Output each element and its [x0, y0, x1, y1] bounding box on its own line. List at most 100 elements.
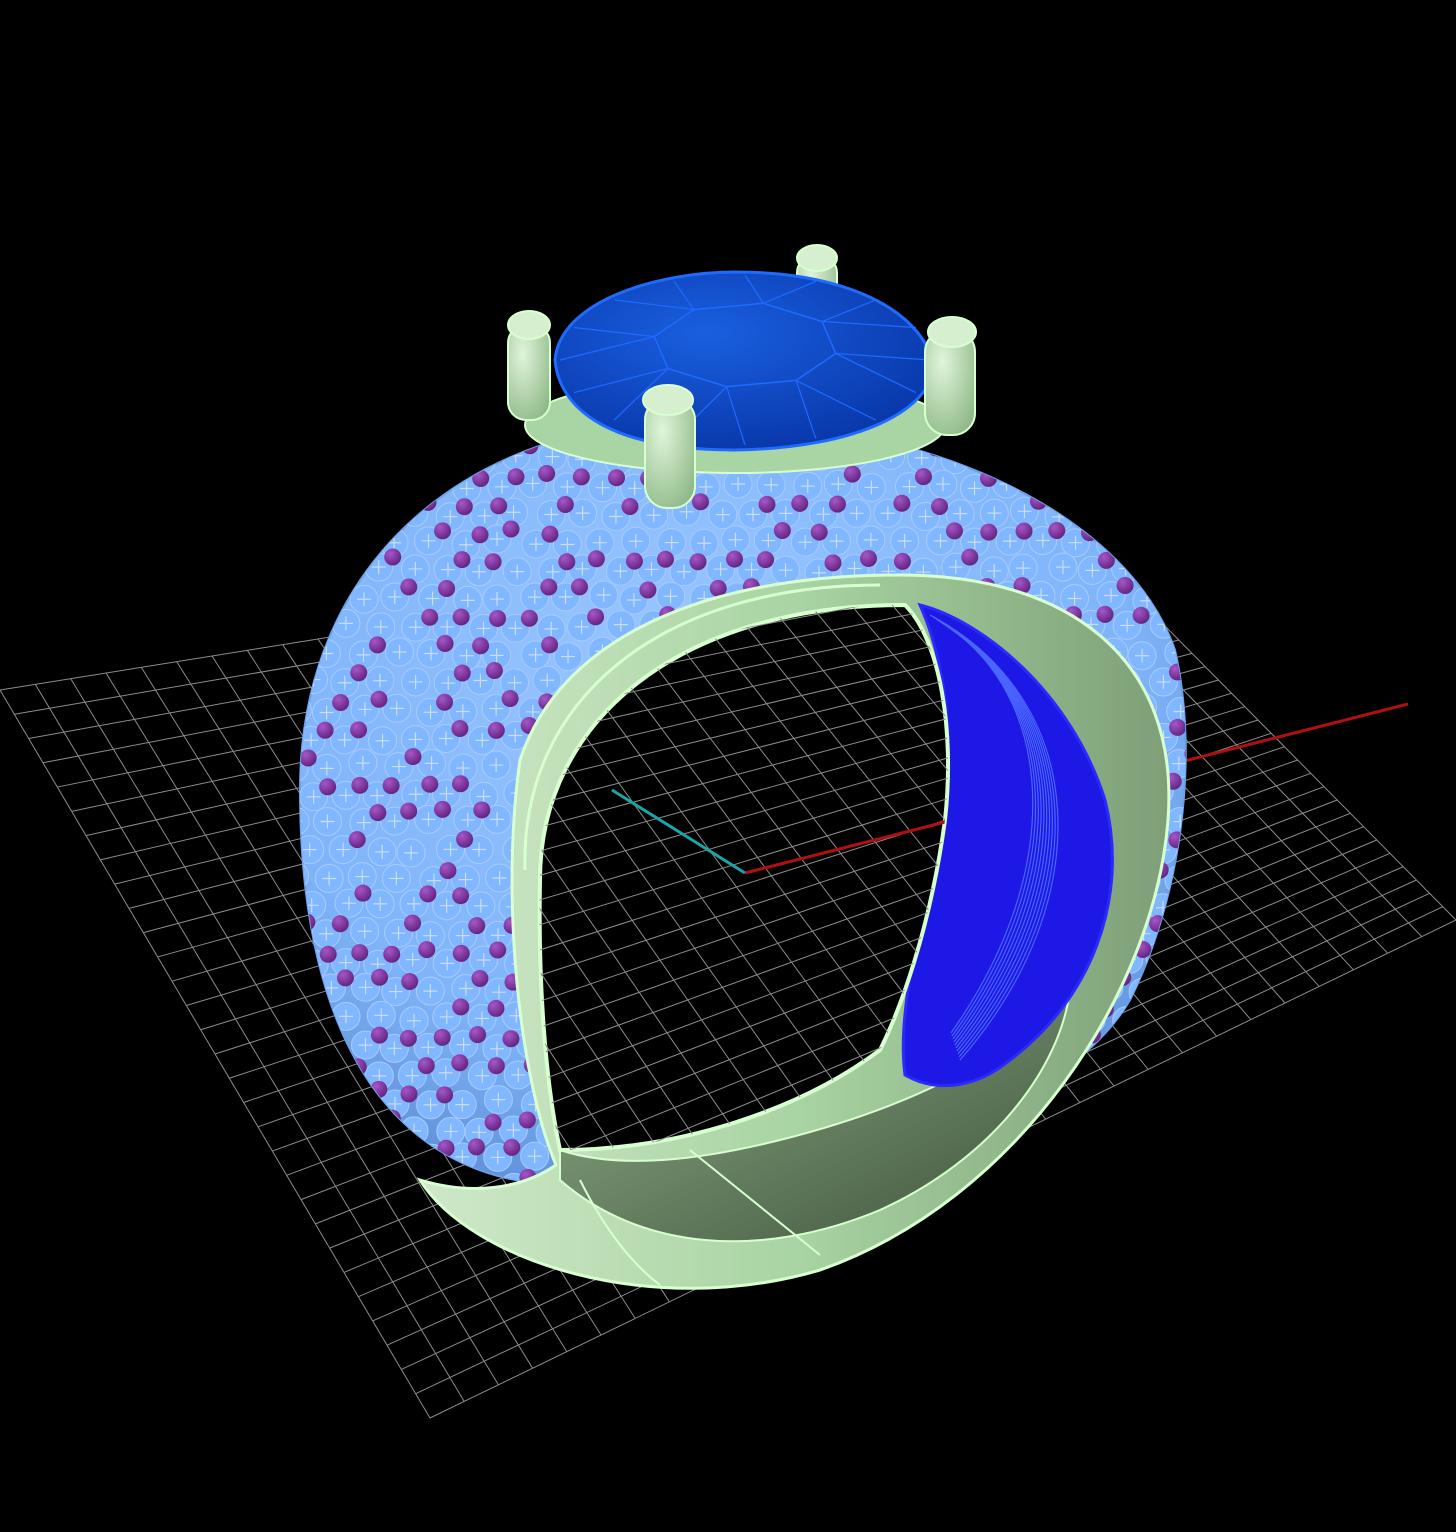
pave-seat-cross	[319, 481, 334, 496]
pave-seat	[363, 1113, 393, 1143]
pave-bead	[1029, 492, 1047, 510]
pave-seat-cross	[1136, 985, 1151, 1000]
pave-bead	[437, 420, 455, 426]
pave-seat	[1132, 469, 1162, 499]
pave-seat-cross	[1118, 1177, 1133, 1186]
pave-bead	[317, 1111, 335, 1129]
pave-seat	[1060, 1146, 1090, 1176]
prong-front-left[interactable]	[642, 384, 696, 509]
pave-bead	[472, 469, 490, 487]
pave-seat-cross	[1152, 1069, 1167, 1084]
prong-back-left[interactable]	[507, 310, 551, 421]
pave-seat	[1112, 1117, 1142, 1147]
pave-bead	[1080, 1142, 1098, 1160]
pave-seat-cross	[324, 589, 339, 604]
pave-seat	[1112, 440, 1142, 470]
pave-seat	[366, 442, 396, 472]
pave-seat	[300, 553, 328, 583]
pave-seat-cross	[1120, 1125, 1135, 1140]
pave-bead	[365, 523, 383, 541]
pave-seat-cross	[286, 1092, 300, 1106]
pave-bead	[1166, 493, 1184, 511]
pave-seat	[329, 442, 359, 472]
pave-seat	[448, 420, 478, 446]
pave-bead	[314, 438, 332, 456]
pave-bead	[383, 945, 401, 963]
pave-bead	[1012, 465, 1030, 483]
pave-seat-cross	[320, 422, 335, 437]
pave-bead	[452, 887, 470, 905]
prong-front-right[interactable]	[924, 316, 977, 436]
pave-seat-cross	[424, 420, 439, 435]
pave-bead	[400, 1085, 418, 1103]
pave-seat	[484, 420, 514, 445]
pave-bead	[384, 548, 402, 566]
pave-seat	[1128, 977, 1158, 1007]
pave-bead	[1081, 524, 1099, 542]
pave-seat-cross	[300, 868, 302, 883]
pave-bead	[1132, 436, 1150, 454]
pave-bead	[1097, 551, 1115, 569]
pave-bead	[332, 469, 350, 487]
pave-seat	[364, 497, 394, 527]
pave-seat-cross	[340, 560, 355, 575]
pave-seat	[1012, 444, 1042, 474]
pave-bead	[502, 520, 520, 538]
pave-seat	[312, 473, 342, 503]
ring-model[interactable]	[0, 244, 1456, 1418]
pave-seat	[940, 445, 970, 475]
pave-seat-cross	[1055, 1177, 1070, 1186]
pave-bead	[471, 969, 489, 987]
pave-bead	[386, 438, 404, 456]
pave-bead	[484, 1113, 502, 1131]
pave-seat	[300, 611, 329, 641]
pave-bead	[1130, 1165, 1148, 1183]
pave-bead	[353, 548, 371, 566]
pave-seat-cross	[1020, 451, 1035, 466]
pave-seat-cross	[440, 448, 455, 463]
pave-bead	[439, 862, 457, 880]
pave-bead	[980, 523, 998, 541]
pave-bead	[469, 1026, 487, 1044]
pave-seat	[1027, 470, 1057, 500]
pave-bead	[316, 1057, 334, 1075]
pave-seat-cross	[1157, 1179, 1172, 1186]
pave-bead	[996, 1169, 1014, 1186]
pave-bead	[349, 1058, 367, 1076]
viewport-canvas[interactable]	[0, 0, 1456, 1532]
pave-bead	[319, 945, 337, 963]
pave-seat-cross	[286, 925, 300, 939]
pave-seat-cross	[1070, 1095, 1085, 1110]
pave-seat-cross	[339, 1125, 354, 1140]
3d-viewport[interactable]	[0, 0, 1456, 1532]
pave-seat	[1145, 555, 1175, 585]
pave-bead	[382, 777, 400, 795]
pave-seat-cross	[1104, 1152, 1119, 1167]
pave-seat-cross	[1169, 1094, 1184, 1109]
pave-bead	[471, 526, 489, 544]
pave-bead	[914, 468, 932, 486]
pave-bead	[384, 1166, 402, 1184]
pave-seat-cross	[285, 1149, 299, 1163]
pave-seat	[1096, 1144, 1126, 1174]
pave-seat-cross	[1033, 1153, 1048, 1168]
pave-bead	[1117, 467, 1135, 485]
pave-seat-cross	[1035, 422, 1050, 437]
pave-seat-cross	[1170, 478, 1185, 493]
pave-bead	[438, 579, 456, 597]
pave-bead	[419, 885, 437, 903]
center-stone[interactable]	[553, 270, 937, 452]
pave-bead	[365, 420, 383, 431]
pave-bead	[315, 496, 333, 514]
pave-bead	[625, 552, 643, 570]
pave-seat-cross	[1153, 505, 1168, 520]
pave-seat-cross	[1104, 1097, 1119, 1112]
pave-bead	[1187, 914, 1204, 931]
pave-seat	[1162, 470, 1186, 500]
pave-seat	[300, 636, 313, 666]
pave-bead	[421, 775, 439, 793]
pave-seat	[1111, 1059, 1141, 1089]
pave-bead	[621, 498, 639, 516]
pave-seat-cross	[1119, 1013, 1134, 1028]
pave-seat-cross	[1034, 478, 1049, 493]
